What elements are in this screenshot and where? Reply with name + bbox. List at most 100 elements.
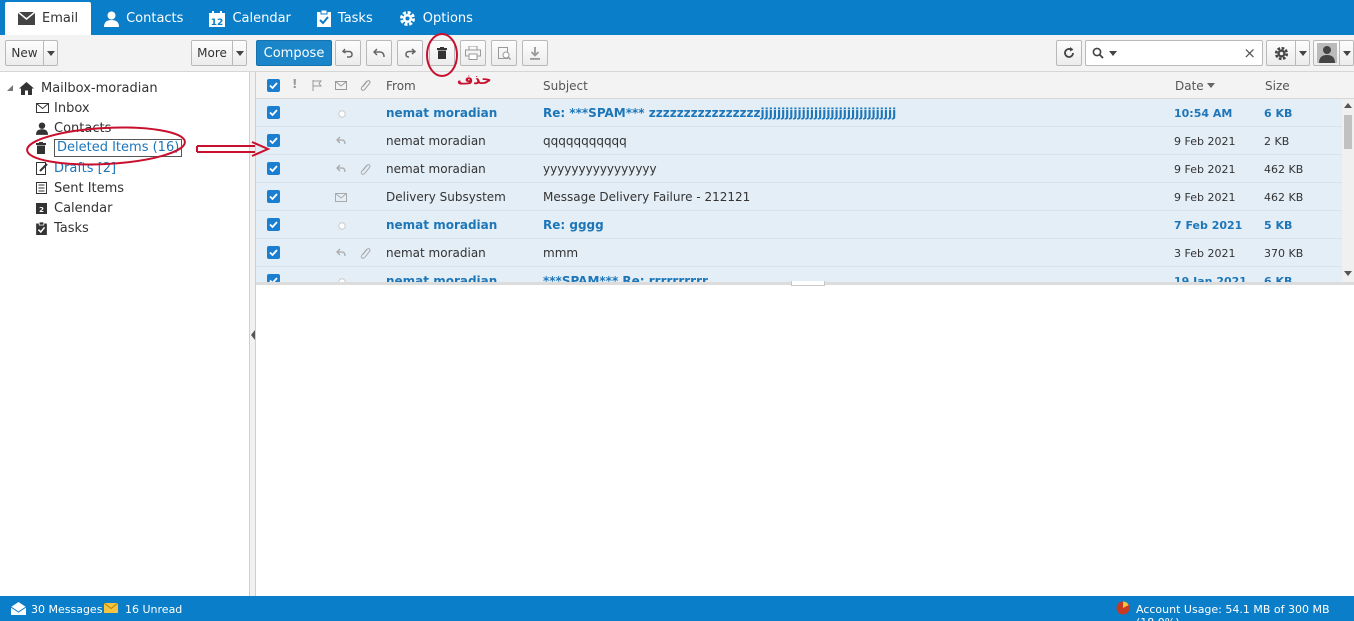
folder-label: Tasks [54, 220, 89, 236]
sort-descending-icon[interactable] [1207, 83, 1215, 88]
replied-icon [336, 136, 346, 145]
trash-icon [437, 47, 447, 59]
clipboard-icon [36, 221, 47, 235]
row-checkbox[interactable] [267, 106, 280, 119]
table-row[interactable]: nemat moradian ***SPAM*** Re: rrrrrrrrrr 1… [256, 267, 1342, 282]
folder-drafts[interactable]: Drafts [2] [36, 158, 116, 178]
folder-tasks[interactable]: Tasks [36, 218, 89, 238]
row-size: 370 KB [1264, 247, 1304, 260]
refresh-button[interactable] [1056, 40, 1082, 66]
row-subject: Re: ***SPAM*** zzzzzzzzzzzzzzzzjjjjjjjjj… [543, 106, 897, 120]
table-row[interactable]: nemat moradian qqqqqqqqqqq 9 Feb 2021 2 KB [256, 127, 1342, 155]
select-all-checkbox[interactable] [267, 79, 280, 92]
importance-column-icon[interactable]: ! [292, 77, 297, 91]
table-row[interactable]: Delivery Subsystem Message Delivery Failu… [256, 183, 1342, 211]
attachment-icon [360, 164, 371, 175]
row-from: nemat moradian [386, 134, 486, 148]
move-button[interactable] [491, 40, 517, 66]
row-date: 19 Jan 2021 [1174, 275, 1247, 282]
column-date[interactable]: Date [1175, 79, 1204, 93]
delete-button[interactable] [429, 40, 455, 66]
draft-icon [36, 161, 48, 175]
table-row[interactable]: nemat moradian yyyyyyyyyyyyyyyy 9 Feb 2021… [256, 155, 1342, 183]
row-from: nemat moradian [386, 162, 486, 176]
column-size[interactable]: Size [1265, 79, 1290, 93]
row-date: 7 Feb 2021 [1174, 219, 1243, 232]
search-box[interactable]: × [1085, 40, 1263, 66]
row-checkbox[interactable] [267, 274, 280, 282]
collapse-tree-icon[interactable] [7, 85, 13, 91]
flag-column-icon[interactable] [312, 80, 322, 91]
status-bar: 30 Messages 16 Unread Account Usage: 54.… [0, 596, 1354, 621]
scroll-up-icon[interactable] [1344, 103, 1352, 108]
forward-button[interactable] [397, 40, 423, 66]
calendar-icon: 2 [36, 203, 47, 214]
unread-dot-icon[interactable] [338, 222, 346, 230]
scrollbar-thumb[interactable] [1344, 115, 1352, 149]
row-size: 462 KB [1264, 191, 1304, 204]
more-dropdown-caret[interactable] [232, 41, 246, 65]
new-dropdown-caret[interactable] [43, 41, 57, 65]
read-status-column-icon[interactable] [335, 81, 347, 90]
undo-icon [342, 48, 353, 58]
settings-button[interactable] [1266, 40, 1310, 66]
settings-dropdown-caret[interactable] [1295, 41, 1309, 65]
row-checkbox[interactable] [267, 162, 280, 175]
row-size: 6 KB [1264, 275, 1293, 282]
calendar-icon: 12 [209, 10, 226, 27]
column-from[interactable]: From [386, 79, 416, 93]
scroll-down-icon[interactable] [1344, 271, 1352, 276]
folder-contacts[interactable]: Contacts [36, 118, 111, 138]
folder-deleted-items[interactable]: Deleted Items (16) [36, 138, 183, 158]
unread-dot-icon[interactable] [338, 110, 346, 118]
reply-all-button[interactable] [366, 40, 392, 66]
column-subject[interactable]: Subject [543, 79, 588, 93]
search-options-caret[interactable] [1109, 51, 1117, 56]
folder-sent-items[interactable]: Sent Items [36, 178, 124, 198]
tab-contacts[interactable]: Contacts [91, 2, 196, 35]
print-button[interactable] [460, 40, 486, 66]
folder-root[interactable]: Mailbox-moradian [19, 78, 158, 98]
tab-label: Options [422, 11, 473, 26]
row-checkbox[interactable] [267, 246, 280, 259]
tab-calendar[interactable]: 12 Calendar [196, 2, 303, 35]
folder-label: Drafts [2] [54, 160, 117, 176]
row-subject: mmm [543, 246, 579, 260]
row-date: 9 Feb 2021 [1174, 135, 1236, 148]
row-checkbox[interactable] [267, 134, 280, 147]
folder-label: Sent Items [54, 180, 125, 196]
tab-email[interactable]: Email [5, 2, 92, 35]
user-menu-button[interactable] [1313, 40, 1354, 66]
clear-search-icon[interactable]: × [1243, 44, 1256, 62]
new-label: New [11, 46, 38, 60]
search-input[interactable] [1122, 43, 1242, 63]
unread-envelope-icon [104, 603, 118, 613]
tab-tasks[interactable]: Tasks [304, 2, 386, 35]
more-button[interactable]: More [191, 40, 247, 66]
folder-inbox[interactable]: Inbox [36, 98, 90, 118]
user-dropdown-caret[interactable] [1339, 41, 1353, 65]
compose-button[interactable]: Compose [256, 40, 332, 66]
reply-all-icon [373, 48, 385, 58]
row-checkbox[interactable] [267, 190, 280, 203]
attachment-column-icon[interactable] [359, 79, 371, 92]
tab-options[interactable]: Options [386, 2, 486, 35]
envelope-icon [335, 193, 347, 202]
table-row[interactable]: nemat moradian Re: ***SPAM*** zzzzzzzzzzz… [256, 99, 1342, 127]
search-icon[interactable] [1092, 47, 1104, 59]
table-row[interactable]: nemat moradian Re: gggg 7 Feb 2021 5 KB [256, 211, 1342, 239]
tab-label: Contacts [126, 11, 184, 26]
tab-label: Tasks [337, 11, 373, 26]
new-button[interactable]: New [5, 40, 58, 66]
collapse-pane-icon[interactable] [251, 330, 255, 340]
row-checkbox[interactable] [267, 218, 280, 231]
undo-button[interactable] [335, 40, 361, 66]
pane-resize-handle[interactable] [791, 281, 825, 286]
row-size: 6 KB [1264, 107, 1293, 120]
message-list-scrollbar[interactable] [1342, 99, 1354, 282]
download-button[interactable] [522, 40, 548, 66]
message-count: 30 Messages [31, 603, 103, 616]
table-row[interactable]: nemat moradian mmm 3 Feb 2021 370 KB [256, 239, 1342, 267]
clipboard-icon [316, 10, 331, 27]
folder-calendar[interactable]: 2 Calendar [36, 198, 112, 218]
